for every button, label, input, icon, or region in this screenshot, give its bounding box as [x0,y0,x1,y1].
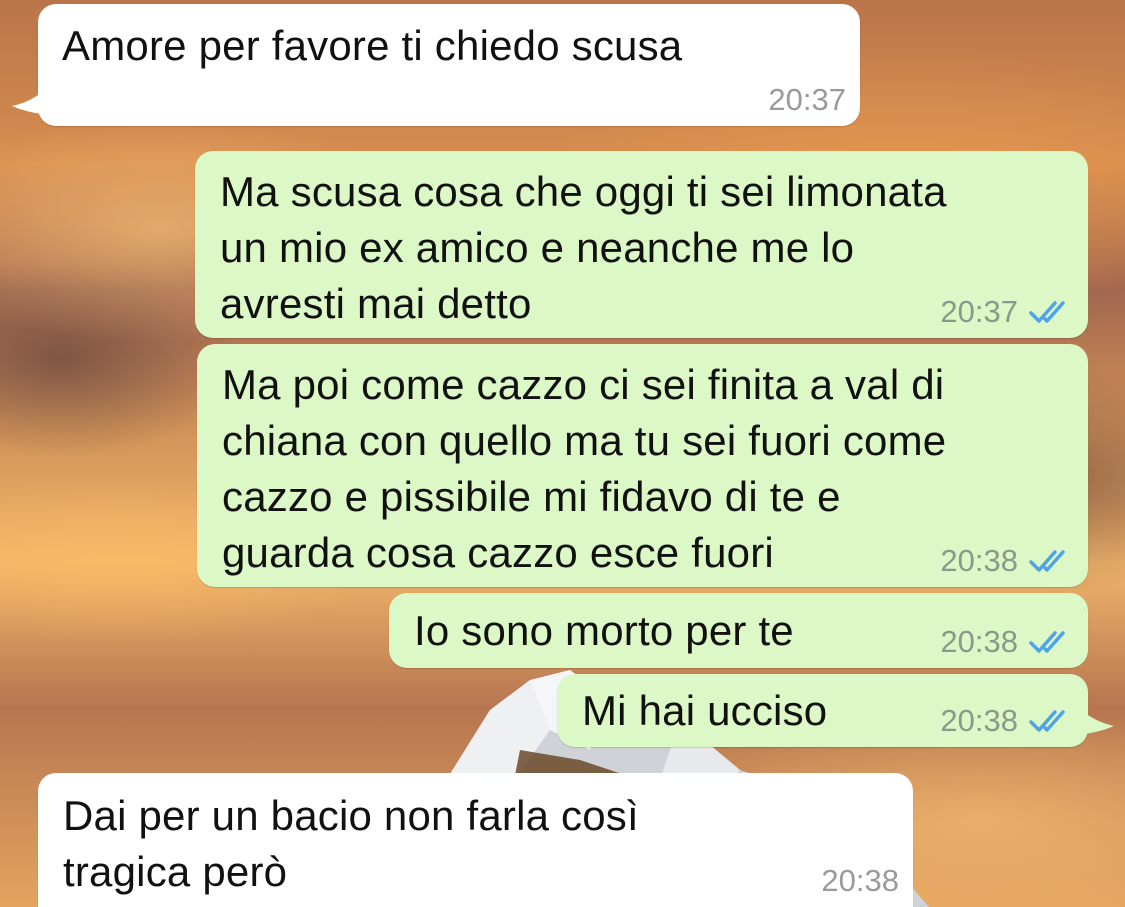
double-check-icon [1029,631,1065,653]
message-meta: 20:37 [940,294,1074,330]
message-bubble-outgoing[interactable]: Io sono morto per te 20:38 [389,593,1088,668]
message-bubble-outgoing[interactable]: Mi hai ucciso 20:38 [557,674,1114,747]
message-text: Io sono morto per te [414,607,794,654]
bubble-tail [1084,712,1114,734]
message-bubble-incoming[interactable]: Dai per un bacio non farla così tragica … [38,773,913,907]
message-text: Ma scusa cosa che oggi ti sei limonata u… [220,168,947,327]
message-text: Dai per un bacio non farla così tragica … [63,792,639,895]
message-text: Mi hai ucciso [582,687,828,734]
double-check-icon [1029,550,1065,572]
message-bubble-incoming[interactable]: Amore per favore ti chiedo scusa 20:37 [12,4,860,126]
message-text: Amore per favore ti chiedo scusa [62,22,683,69]
message-time: 20:38 [821,863,899,898]
message-meta: 20:38 [821,863,899,899]
message-bubble-outgoing[interactable]: Ma poi come cazzo ci sei finita a val di… [197,344,1088,587]
message-meta: 20:38 [940,543,1074,579]
message-text: Ma poi come cazzo ci sei finita a val di… [222,361,947,576]
message-time: 20:37 [768,82,846,117]
message-time: 20:38 [940,703,1018,738]
double-check-icon [1029,710,1065,732]
message-meta: 20:37 [768,82,846,118]
double-check-icon [1029,301,1065,323]
chat-thread[interactable]: Amore per favore ti chiedo scusa 20:37 M… [0,0,1125,907]
message-time: 20:38 [940,543,1018,578]
message-time: 20:37 [940,294,1018,329]
bubble-tail [12,92,42,114]
message-meta: 20:38 [940,624,1074,660]
message-meta: 20:38 [940,703,1074,739]
message-bubble-outgoing[interactable]: Ma scusa cosa che oggi ti sei limonata u… [195,151,1088,338]
message-time: 20:38 [940,624,1018,659]
